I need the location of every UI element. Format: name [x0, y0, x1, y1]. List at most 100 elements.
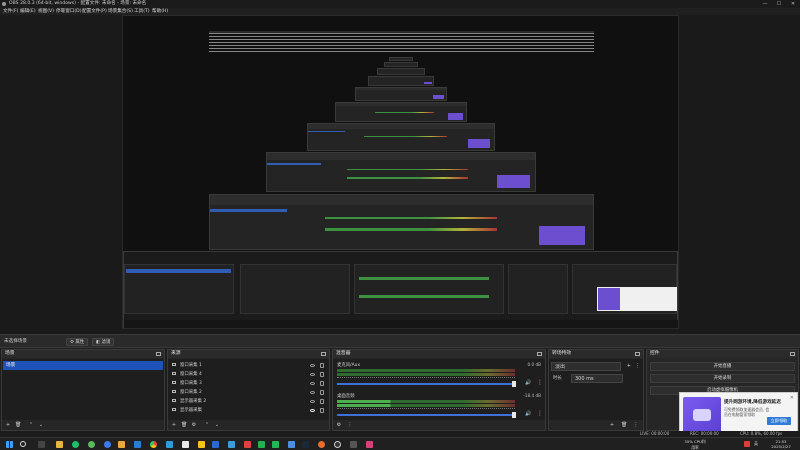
- app-icon[interactable]: [198, 441, 205, 448]
- obs-taskbar-icon[interactable]: [334, 441, 341, 448]
- volume-slider[interactable]: [337, 412, 516, 418]
- menu-edit[interactable]: 编辑(E): [20, 8, 36, 15]
- transition-select[interactable]: 淡出: [551, 362, 621, 371]
- speaker-icon[interactable]: 🔊: [525, 380, 531, 386]
- duration-input[interactable]: 300 ms: [571, 374, 623, 383]
- scene-item[interactable]: 场景: [3, 361, 163, 370]
- app-icon[interactable]: [288, 441, 295, 448]
- visibility-icon[interactable]: [310, 409, 315, 412]
- chrome-icon[interactable]: [150, 441, 157, 448]
- source-item[interactable]: 窗口采集 3: [172, 380, 325, 388]
- clock-date[interactable]: 2025/2/27: [768, 444, 794, 449]
- more-options-icon[interactable]: ⋮: [537, 380, 543, 387]
- move-up-icon[interactable]: ⌃: [204, 422, 210, 428]
- nested-window-stripes: [209, 33, 594, 53]
- source-item[interactable]: 显示器采集 2: [172, 398, 325, 406]
- menu-scene-collection[interactable]: 场景集合(S): [108, 8, 133, 15]
- properties-button[interactable]: ⚙ 属性: [66, 338, 89, 346]
- search-icon[interactable]: [20, 441, 26, 447]
- undock-icon[interactable]: [156, 352, 161, 356]
- speaker-icon[interactable]: 🔊: [525, 411, 531, 417]
- undock-icon[interactable]: [321, 352, 326, 356]
- file-explorer-icon[interactable]: [56, 441, 63, 448]
- mixer-settings-icon[interactable]: ⚙: [336, 422, 342, 428]
- lock-icon[interactable]: [320, 408, 324, 413]
- mixer-menu-icon[interactable]: ⋮: [347, 422, 353, 428]
- app-icon[interactable]: [182, 441, 189, 448]
- steam-icon[interactable]: [302, 441, 309, 448]
- close-button[interactable]: ✕: [786, 0, 800, 8]
- source-settings-icon[interactable]: ⚙: [191, 422, 197, 428]
- menu-profile[interactable]: 配置文件(P): [82, 8, 107, 15]
- add-transition-icon[interactable]: +: [627, 363, 631, 369]
- preview-canvas[interactable]: [122, 15, 679, 329]
- undock-icon[interactable]: [635, 352, 640, 356]
- visibility-icon[interactable]: [310, 382, 315, 385]
- lock-icon[interactable]: [320, 381, 324, 386]
- app-icon[interactable]: [134, 441, 141, 448]
- lock-icon[interactable]: [320, 399, 324, 404]
- add-icon[interactable]: +: [609, 422, 615, 428]
- close-icon[interactable]: ✕: [790, 395, 794, 401]
- visibility-icon[interactable]: [310, 364, 315, 367]
- duration-label: 时长: [553, 376, 562, 381]
- volume-slider[interactable]: [337, 381, 516, 387]
- controls-title: 控件: [650, 351, 660, 356]
- notification-title: 提升网游环境,降低游戏延迟: [724, 400, 781, 405]
- source-item[interactable]: 窗口采集 4: [172, 371, 325, 379]
- remove-icon[interactable]: 🗑: [621, 422, 627, 428]
- transition-settings-icon[interactable]: ⋮: [633, 422, 639, 428]
- app-icon[interactable]: [272, 441, 279, 448]
- visibility-icon[interactable]: [310, 400, 315, 403]
- visibility-icon[interactable]: [310, 373, 315, 376]
- claim-button[interactable]: 立即领取: [767, 417, 791, 425]
- start-recording-button[interactable]: 开始录制: [650, 374, 795, 383]
- app-icon[interactable]: [244, 441, 251, 448]
- app-icon[interactable]: [212, 441, 219, 448]
- tray-cpu-usage[interactable]: 35% CPU利用率: [684, 439, 706, 450]
- source-item[interactable]: 窗口采集 2: [172, 389, 325, 397]
- app-icon[interactable]: [350, 441, 357, 448]
- move-down-icon[interactable]: ⌄: [38, 422, 44, 428]
- lock-icon[interactable]: [320, 390, 324, 395]
- add-source-icon[interactable]: +: [171, 422, 177, 428]
- tray-app-icon[interactable]: [744, 441, 750, 447]
- windows-start-icon[interactable]: [6, 441, 13, 448]
- maximize-button[interactable]: ☐: [772, 0, 786, 8]
- move-down-icon[interactable]: ⌄: [214, 422, 220, 428]
- add-scene-icon[interactable]: +: [5, 422, 11, 428]
- start-streaming-button[interactable]: 开始直播: [650, 362, 795, 371]
- filters-button[interactable]: ◧ 滤镜: [92, 338, 115, 346]
- slider-knob[interactable]: [512, 381, 516, 387]
- menu-tools[interactable]: 工具(T): [134, 8, 150, 15]
- ime-indicator[interactable]: 英: [752, 441, 760, 447]
- app-icon[interactable]: [366, 441, 373, 448]
- app-icon[interactable]: [166, 441, 173, 448]
- transition-menu-icon[interactable]: ⋮: [635, 363, 640, 369]
- source-item[interactable]: 窗口采集 1: [172, 362, 325, 370]
- move-up-icon[interactable]: ⌃: [28, 422, 34, 428]
- undock-icon[interactable]: [537, 352, 542, 356]
- slider-knob[interactable]: [512, 412, 516, 418]
- app-icon[interactable]: [228, 441, 235, 448]
- app-icon[interactable]: [318, 441, 325, 448]
- menu-file[interactable]: 文件(F): [3, 8, 18, 15]
- source-item[interactable]: 显示器采集: [172, 407, 325, 415]
- task-view-icon[interactable]: [38, 441, 45, 448]
- menu-help[interactable]: 帮助(H): [152, 8, 168, 15]
- remove-source-icon[interactable]: 🗑: [181, 422, 187, 428]
- menu-docks[interactable]: 停靠窗口(D): [56, 8, 82, 15]
- lock-icon[interactable]: [320, 363, 324, 368]
- wechat-icon[interactable]: [72, 441, 79, 448]
- menu-view[interactable]: 视图(V): [38, 8, 54, 15]
- undock-icon[interactable]: [790, 352, 795, 356]
- app-icon[interactable]: [258, 441, 265, 448]
- chat-app-icon[interactable]: [88, 441, 95, 448]
- lock-icon[interactable]: [320, 372, 324, 377]
- more-options-icon[interactable]: ⋮: [537, 411, 543, 418]
- browser-icon[interactable]: [104, 441, 111, 448]
- folder-icon[interactable]: [118, 441, 125, 448]
- visibility-icon[interactable]: [310, 391, 315, 394]
- remove-scene-icon[interactable]: 🗑: [15, 422, 21, 428]
- minimize-button[interactable]: —: [758, 0, 772, 8]
